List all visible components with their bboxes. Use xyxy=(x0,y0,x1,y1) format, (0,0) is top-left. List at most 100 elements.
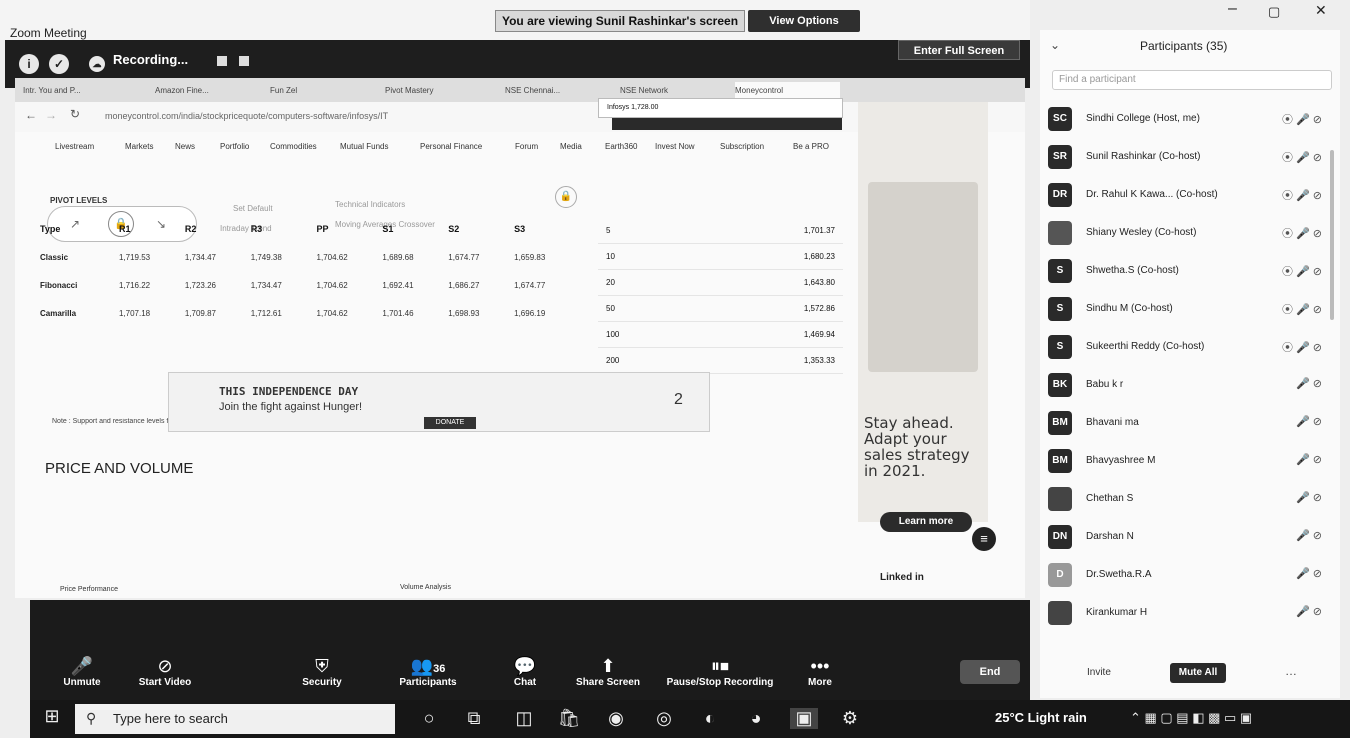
table-cell: 200 xyxy=(606,356,620,365)
participant-row[interactable]: S Shwetha.S (Co-host) ⦿ 🎤 ⊘ xyxy=(1040,252,1340,290)
participant-row[interactable]: DR Dr. Rahul K Kawa... (Co-host) ⦿ 🎤 ⊘ xyxy=(1040,176,1340,214)
settings-gear-icon[interactable]: ⚙ xyxy=(836,708,864,729)
participant-row[interactable]: Kirankumar H 🎤 ⊘ xyxy=(1040,594,1340,632)
unmute-button[interactable]: 🎤 Unmute xyxy=(52,656,112,688)
participant-row[interactable]: SR Sunil Rashinkar (Co-host) ⦿ 🎤 ⊘ xyxy=(1040,138,1340,176)
participant-name: Shwetha.S (Co-host) xyxy=(1086,265,1179,276)
mute-all-button[interactable]: Mute All xyxy=(1170,663,1226,683)
participant-row[interactable]: SC Sindhi College (Host, me) ⦿ 🎤 ⊘ xyxy=(1040,100,1340,138)
url-text[interactable]: moneycontrol.com/india/stockpricequote/c… xyxy=(105,111,388,121)
browser-tab[interactable]: Pivot Mastery xyxy=(385,82,485,100)
participant-row[interactable]: BK Babu k r 🎤 ⊘ xyxy=(1040,366,1340,404)
scrollbar[interactable] xyxy=(1330,150,1334,320)
windows-start-icon[interactable]: ⊞ xyxy=(38,706,66,727)
zoom-app-icon[interactable]: ▣ xyxy=(790,708,818,729)
minimize-button[interactable]: – xyxy=(1228,0,1237,18)
technical-indicators-link[interactable]: Technical Indicators xyxy=(335,200,405,209)
weather-widget[interactable]: 25°C Light rain xyxy=(995,710,1087,725)
learn-more-button[interactable]: Learn more xyxy=(880,512,972,532)
participant-search-input[interactable]: Find a participant xyxy=(1052,70,1332,90)
forward-icon[interactable]: → xyxy=(45,108,57,122)
menu-icon[interactable]: ≡ xyxy=(972,527,996,551)
participant-row[interactable]: Shiany Wesley (Co-host) ⦿ 🎤 ⊘ xyxy=(1040,214,1340,252)
table-cell: 1,659.83 xyxy=(514,252,546,262)
nav-item[interactable]: Invest Now xyxy=(655,142,695,151)
table-cell: 1,712.61 xyxy=(250,308,282,318)
set-default-link[interactable]: Set Default xyxy=(233,204,273,213)
participants-button[interactable]: 👥36 Participants xyxy=(388,656,468,688)
taskbar-search-input[interactable]: Type here to search xyxy=(75,704,395,734)
browser-tab[interactable]: Amazon Fine... xyxy=(155,82,250,100)
table-cell: 1,707.18 xyxy=(118,308,151,318)
table-row: Classic 1,719.53 1,734.47 1,749.38 1,704… xyxy=(40,243,580,271)
pause-recording-icon[interactable] xyxy=(217,56,227,66)
lock-icon[interactable]: 🔒 xyxy=(555,186,577,208)
browser-tab[interactable]: NSE Chennai... xyxy=(505,82,600,100)
back-icon[interactable]: ← xyxy=(25,108,37,122)
avatar: D xyxy=(1048,563,1072,587)
share-screen-button[interactable]: ⬆ Share Screen xyxy=(570,656,646,688)
whatsapp-icon[interactable]: ◎ xyxy=(650,708,678,729)
info-icon[interactable]: i xyxy=(19,54,39,74)
nav-item[interactable]: News xyxy=(175,142,195,151)
nav-item[interactable]: Earth360 xyxy=(605,142,637,151)
linkedin-logo: Linked in xyxy=(880,572,924,583)
nav-item[interactable]: Portfolio xyxy=(220,142,249,151)
avatar: DR xyxy=(1048,183,1072,207)
view-options-button[interactable]: View Options xyxy=(748,10,860,32)
browser-tab[interactable]: Intr. You and P... xyxy=(23,82,133,100)
end-button[interactable]: End xyxy=(960,660,1020,684)
close-button[interactable]: ✕ xyxy=(1315,2,1327,19)
nav-item[interactable]: Media xyxy=(560,142,582,151)
participant-row[interactable]: BM Bhavani ma 🎤 ⊘ xyxy=(1040,404,1340,442)
security-button[interactable]: ⛨ Security xyxy=(292,656,352,688)
nav-item[interactable]: Commodities xyxy=(270,142,317,151)
pause-stop-recording-button[interactable]: ⏸⏹ Pause/Stop Recording xyxy=(660,656,780,688)
participant-row[interactable]: DN Darshan N 🎤 ⊘ xyxy=(1040,518,1340,556)
nav-item[interactable]: Be a PRO xyxy=(793,142,829,151)
moving-average-table: 5 1,701.37 10 1,680.23 20 1,643.80 50 1,572.… xyxy=(598,218,843,374)
table-cell: 1,709.87 xyxy=(184,308,216,318)
more-button[interactable]: ••• More xyxy=(800,656,840,688)
participant-row[interactable]: S Sindhu M (Co-host) ⦿ 🎤 ⊘ xyxy=(1040,290,1340,328)
unmute-label: Unmute xyxy=(63,677,101,688)
invite-button[interactable]: Invite xyxy=(1087,667,1111,678)
participant-row[interactable]: D Dr.Swetha.R.A 🎤 ⊘ xyxy=(1040,556,1340,594)
nav-item[interactable]: Subscription xyxy=(720,142,764,151)
chat-label: Chat xyxy=(513,677,537,688)
browser-tab[interactable]: Fun Zel xyxy=(270,82,370,100)
table-cell: Classic xyxy=(40,252,69,262)
participant-row[interactable]: BM Bhavyashree M 🎤 ⊘ xyxy=(1040,442,1340,480)
edge-icon[interactable]: ◕ xyxy=(742,708,770,729)
reload-icon[interactable]: ↻ xyxy=(70,107,80,121)
start-video-button[interactable]: ⊘ Start Video xyxy=(130,656,200,688)
nav-item[interactable]: Forum xyxy=(515,142,538,151)
donation-banner[interactable]: THIS INDEPENDENCE DAY Join the fight aga… xyxy=(168,372,710,432)
nav-item[interactable]: Livestream xyxy=(55,142,94,151)
chrome-icon[interactable]: ◉ xyxy=(602,708,630,729)
enter-full-screen-button[interactable]: Enter Full Screen xyxy=(898,40,1020,60)
camera-app-icon[interactable]: ◫ xyxy=(510,708,538,729)
nav-item[interactable]: Markets xyxy=(125,142,153,151)
chevron-down-icon[interactable]: ⌄ xyxy=(1050,38,1060,52)
store-icon[interactable]: 🛍 xyxy=(555,708,583,729)
chat-button[interactable]: 💬 Chat xyxy=(505,656,545,688)
nav-item[interactable]: Mutual Funds xyxy=(340,142,388,151)
avatar xyxy=(1048,487,1072,511)
ad-line: Stay ahead. xyxy=(864,414,954,432)
donate-button[interactable]: DONATE xyxy=(424,417,476,429)
mic-video-icons: ⦿ 🎤 ⊘ xyxy=(1281,266,1322,278)
banner-counter: 2 xyxy=(674,391,683,408)
system-tray-icons[interactable]: ⌃ ▦ ▢ ▤ ◧ ▩ ▭ ▣ xyxy=(1130,710,1252,726)
participants-panel: ⌄ Participants (35) Find a participant S… xyxy=(1040,30,1340,698)
shield-icon[interactable]: ✓ xyxy=(49,54,69,74)
stop-recording-icon[interactable] xyxy=(239,56,249,66)
task-view-icon[interactable]: ⧉ xyxy=(460,708,488,729)
participant-row[interactable]: Chethan S 🎤 ⊘ xyxy=(1040,480,1340,518)
more-options-icon[interactable]: … xyxy=(1285,664,1297,678)
participant-row[interactable]: S Sukeerthi Reddy (Co-host) ⦿ 🎤 ⊘ xyxy=(1040,328,1340,366)
media-icon[interactable]: ◐ xyxy=(696,708,724,729)
maximize-button[interactable]: ▢ xyxy=(1268,4,1280,20)
nav-item[interactable]: Personal Finance xyxy=(420,142,482,151)
cortana-icon[interactable]: ○ xyxy=(415,708,443,729)
